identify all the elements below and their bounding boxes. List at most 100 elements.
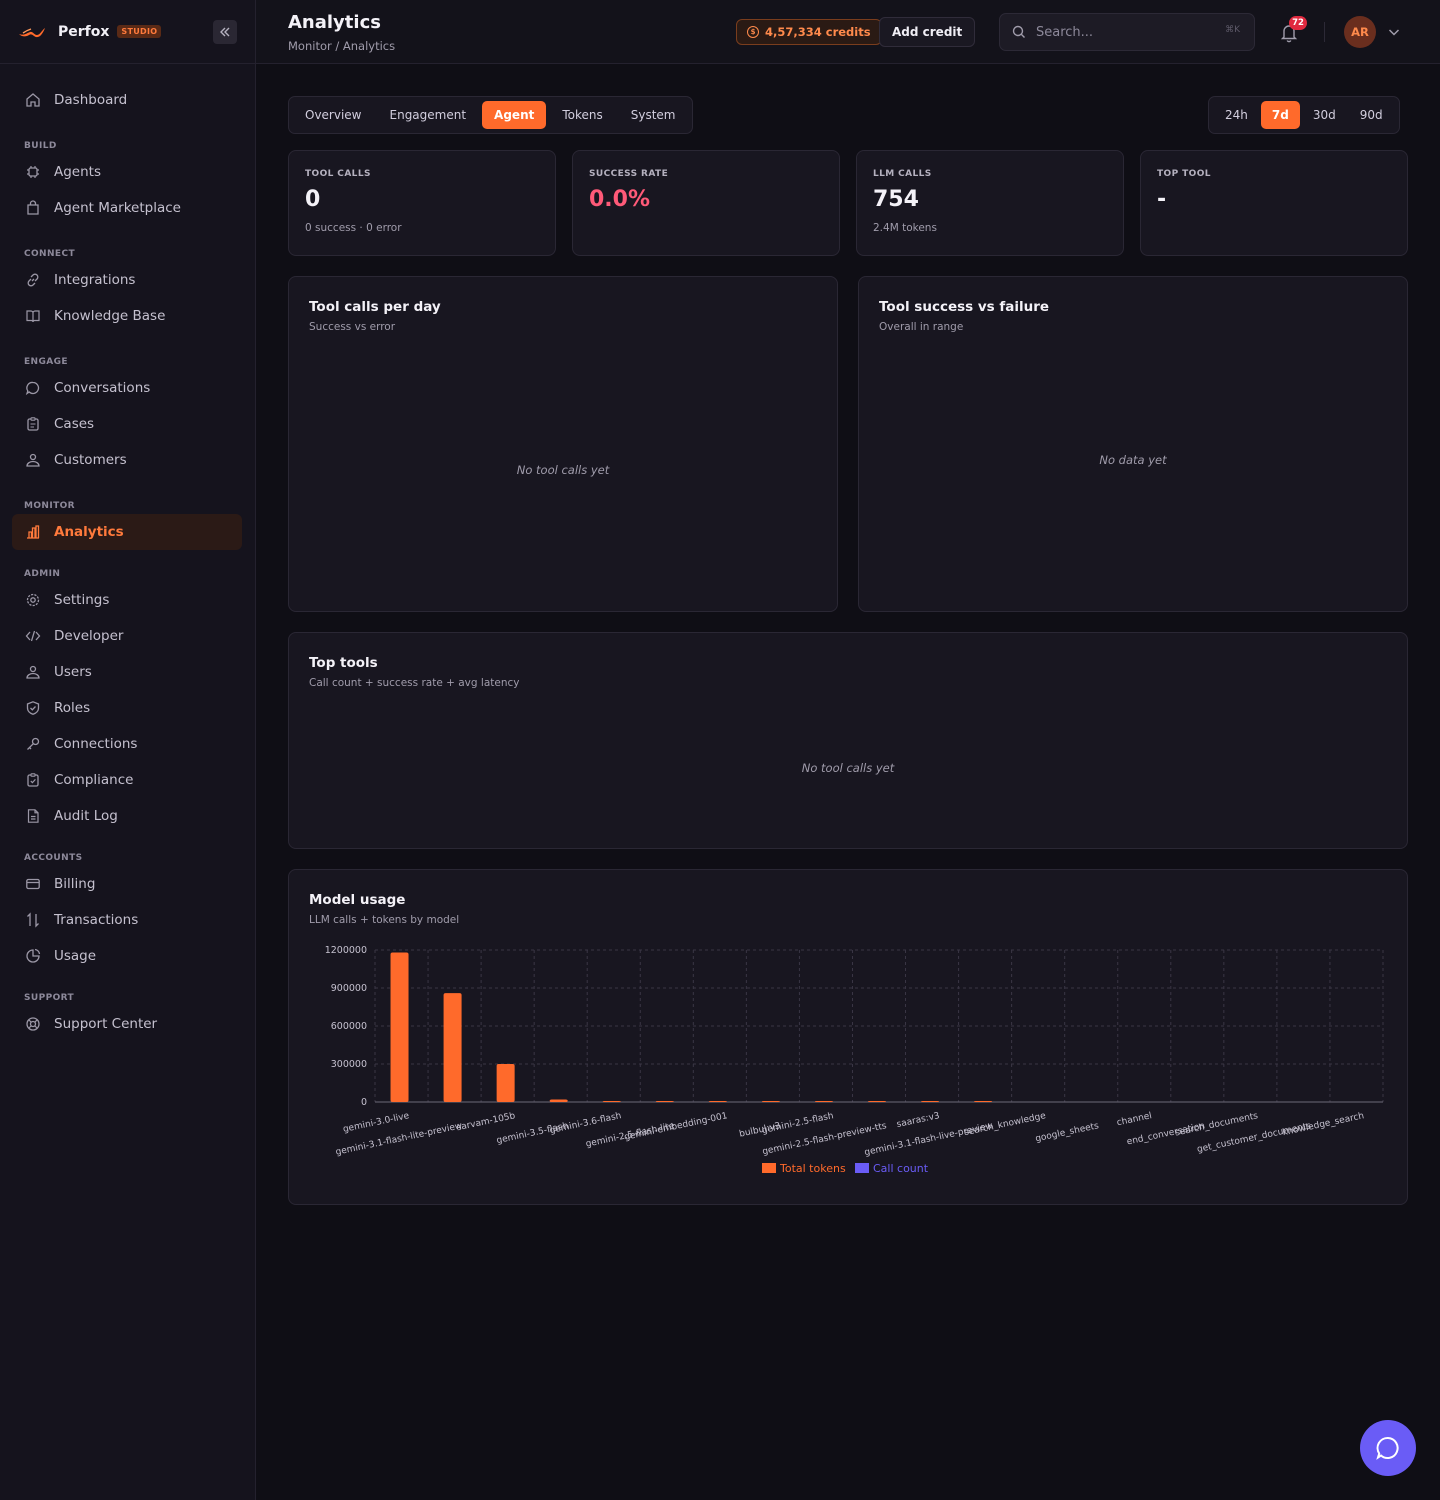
add-credit-button[interactable]: Add credit (879, 17, 976, 47)
legend-swatch (762, 1163, 776, 1173)
tab-tokens[interactable]: Tokens (550, 101, 614, 129)
sidebar-item-compliance[interactable]: Compliance (0, 762, 243, 798)
empty-state: No tool calls yet (801, 761, 895, 775)
stat-value: - (1157, 187, 1167, 212)
sidebar-item-cases[interactable]: Cases (0, 406, 243, 442)
clipboard-check-icon (24, 771, 42, 789)
sidebar-item-label: Audit Log (54, 808, 118, 824)
range-90d[interactable]: 90d (1349, 101, 1394, 129)
stat-card-tool-calls: TOOL CALLS 0 0 success · 0 error (288, 150, 556, 256)
collapse-sidebar-button[interactable] (213, 20, 237, 44)
sidebar-item-integrations[interactable]: Integrations (0, 262, 243, 298)
stat-card-success-rate: SUCCESS RATE 0.0% (572, 150, 840, 256)
chat-button[interactable] (1360, 1420, 1416, 1476)
brand-name: Perfox (58, 23, 110, 40)
sidebar-item-audit-log[interactable]: Audit Log (0, 798, 243, 834)
link-icon (24, 271, 42, 289)
x-tick-label: gemini-2.5-flash (761, 1111, 835, 1136)
sidebar-item-label: Agent Marketplace (54, 200, 181, 216)
range-30d[interactable]: 30d (1302, 101, 1347, 129)
key-icon (24, 735, 42, 753)
sidebar-item-billing[interactable]: Billing (0, 866, 243, 902)
legend-label: Call count (873, 1162, 929, 1175)
top-bar: Analytics Monitor / Analytics $ 4,57,334… (256, 0, 1440, 64)
stat-card-llm-calls: LLM CALLS 754 2.4M tokens (856, 150, 1124, 256)
tab-overview[interactable]: Overview (293, 101, 374, 129)
sidebar: Perfox STUDIO Dashboard BUILD Agents Age… (0, 0, 256, 1500)
stat-card-top-tool: TOP TOOL - (1140, 150, 1408, 256)
sidebar-item-knowledge-base[interactable]: Knowledge Base (0, 298, 243, 334)
sidebar-item-analytics[interactable]: Analytics (12, 514, 242, 550)
panel-title: Tool calls per day (309, 299, 441, 315)
sidebar-item-users[interactable]: Users (0, 654, 243, 690)
notifications-button[interactable]: 72 (1278, 16, 1307, 44)
sidebar-item-support-center[interactable]: Support Center (0, 1006, 243, 1042)
stat-value: 0.0% (589, 187, 651, 212)
sidebar-item-label: Customers (54, 452, 127, 468)
search-box[interactable]: ⌘K (999, 13, 1255, 51)
code-icon (24, 627, 42, 645)
analytics-tabs: Overview Engagement Agent Tokens System (288, 96, 693, 134)
search-input[interactable] (1036, 24, 1206, 40)
breadcrumb: Monitor / Analytics (288, 39, 396, 53)
pie-chart-icon (24, 947, 42, 965)
shield-icon (24, 699, 42, 717)
cpu-icon (24, 163, 42, 181)
panel-subtitle: Call count + success rate + avg latency (309, 677, 520, 689)
bar-total-tokens (602, 1101, 621, 1102)
model-usage-chart: 0 300000 600000 900000 1200000 gemini-3.0-liv… (325, 945, 1384, 1175)
sidebar-item-developer[interactable]: Developer (0, 618, 243, 654)
sidebar-item-transactions[interactable]: Transactions (0, 902, 243, 938)
sidebar-item-label: Billing (54, 876, 96, 892)
bar-total-tokens (443, 993, 462, 1102)
sidebar-item-usage[interactable]: Usage (0, 938, 243, 974)
range-24h[interactable]: 24h (1214, 101, 1259, 129)
legend-swatch (855, 1163, 869, 1173)
arrows-up-down-icon (24, 911, 42, 929)
sidebar-item-label: Compliance (54, 772, 134, 788)
sidebar-item-roles[interactable]: Roles (0, 690, 243, 726)
sidebar-item-label: Integrations (54, 272, 136, 288)
x-tick-label: gemini-embedding-001 (623, 1111, 728, 1143)
search-shortcut: ⌘K (1225, 25, 1240, 35)
home-icon (24, 91, 42, 109)
sidebar-item-agents[interactable]: Agents (0, 154, 243, 190)
sidebar-item-settings[interactable]: Settings (0, 582, 243, 618)
bar-total-tokens (761, 1101, 780, 1102)
brand-logo-icon (19, 27, 45, 37)
stat-subtext: 2.4M tokens (873, 222, 937, 234)
y-tick-label: 1200000 (325, 945, 367, 956)
credits-label: 4,57,334 credits (765, 25, 871, 39)
tab-system[interactable]: System (619, 101, 688, 129)
credits-badge[interactable]: $ 4,57,334 credits (736, 19, 882, 45)
tab-agent[interactable]: Agent (482, 101, 547, 129)
message-circle-icon (24, 379, 42, 397)
stat-subtext: 0 success · 0 error (305, 222, 402, 234)
user-icon (24, 663, 42, 681)
clipboard-icon (24, 415, 42, 433)
sidebar-item-label: Support Center (54, 1016, 158, 1032)
avatar[interactable]: AR (1344, 16, 1376, 48)
stat-label: TOOL CALLS (305, 169, 371, 179)
sidebar-item-agent-marketplace[interactable]: Agent Marketplace (0, 190, 243, 226)
sidebar-item-customers[interactable]: Customers (0, 442, 243, 478)
sidebar-item-label: Roles (54, 700, 91, 716)
header-divider (1324, 22, 1325, 42)
range-7d[interactable]: 7d (1260, 101, 1300, 129)
chevron-down-icon[interactable] (1386, 24, 1402, 40)
bar-total-tokens (974, 1101, 993, 1102)
page-title: Analytics (288, 12, 381, 33)
nav-section-support: SUPPORT (24, 993, 75, 1003)
stat-label: SUCCESS RATE (589, 169, 669, 179)
sidebar-item-conversations[interactable]: Conversations (0, 370, 243, 406)
nav-section-admin: ADMIN (24, 569, 61, 579)
y-tick-label: 300000 (331, 1059, 367, 1070)
sidebar-item-dashboard[interactable]: Dashboard (0, 82, 243, 118)
sidebar-item-connections[interactable]: Connections (0, 726, 243, 762)
tool-success-panel: Tool success vs failure Overall in range… (858, 276, 1408, 612)
stat-label: TOP TOOL (1157, 169, 1211, 179)
x-tick-label: google_sheets (1034, 1121, 1100, 1144)
tab-engagement[interactable]: Engagement (378, 101, 479, 129)
search-icon (1012, 25, 1025, 38)
sidebar-item-label: Cases (54, 416, 95, 432)
